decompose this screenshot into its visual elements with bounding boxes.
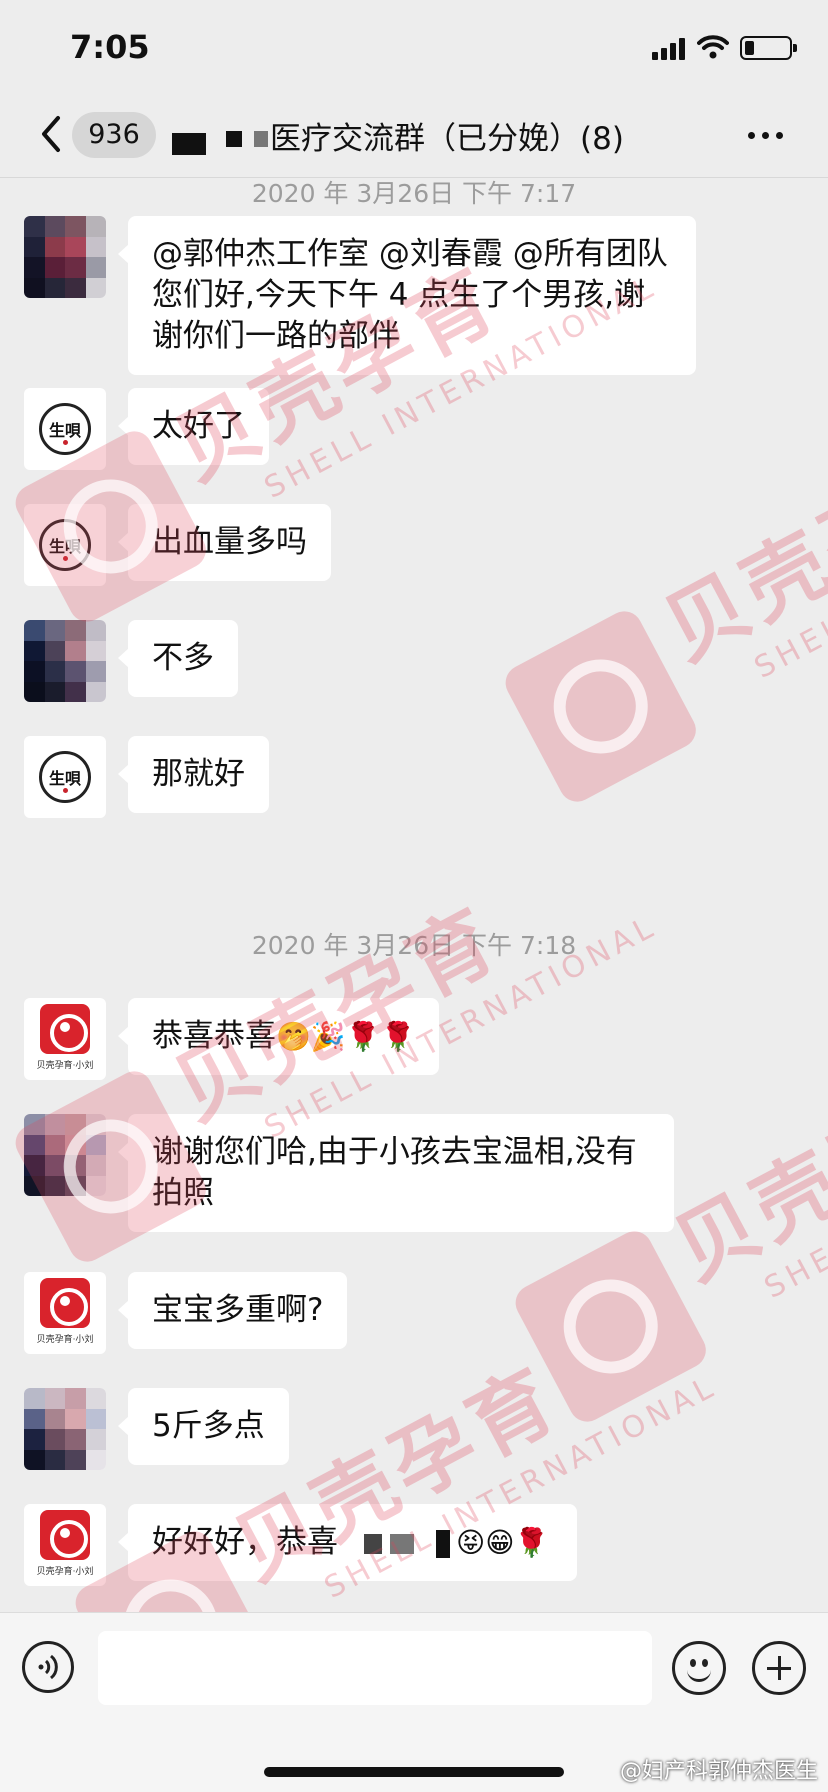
cellular-signal-icon bbox=[652, 38, 688, 60]
brand-caption: 贝壳孕育·小刘 bbox=[36, 1567, 94, 1577]
source-watermark: @妇产科郭仲杰医生 bbox=[619, 1759, 818, 1784]
brand-logo-icon bbox=[40, 1004, 90, 1054]
back-chevron-icon[interactable] bbox=[36, 114, 64, 154]
message-bubble[interactable]: 不多 bbox=[118, 620, 238, 697]
blurred-avatar[interactable] bbox=[24, 620, 106, 702]
input-bar: @妇产科郭仲杰医生 bbox=[0, 1612, 828, 1792]
message-row: 生唄 太好了 bbox=[24, 388, 269, 470]
message-text: 太好了 bbox=[152, 408, 245, 444]
add-attachment-button[interactable] bbox=[752, 1641, 806, 1695]
message-text: 5斤多点 bbox=[152, 1408, 265, 1444]
seal-avatar[interactable]: 生唄 bbox=[24, 388, 106, 470]
voice-input-button[interactable] bbox=[22, 1641, 74, 1693]
message-row: @郭仲杰工作室 @刘春霞 @所有团队您们好,今天下午 4 点生了个男孩,谢谢你们… bbox=[24, 216, 696, 375]
redacted-mark bbox=[364, 1533, 382, 1554]
blurred-avatar[interactable] bbox=[24, 216, 106, 298]
more-options-icon[interactable] bbox=[746, 120, 786, 150]
status-bar: 7:05 bbox=[0, 0, 828, 100]
voice-wave-icon bbox=[38, 1654, 58, 1680]
message-bubble[interactable]: 出血量多吗 bbox=[118, 504, 331, 581]
redacted-mark bbox=[390, 1533, 414, 1554]
watermark-sub-text: SHELL INTERNATIONAL bbox=[748, 449, 828, 686]
emoji-group: 🤭🎉🌹🌹 bbox=[276, 1020, 416, 1053]
message-text: @郭仲杰工作室 @刘春霞 @所有团队您们好,今天下午 4 点生了个男孩,谢谢你们… bbox=[152, 236, 668, 354]
wifi-icon bbox=[697, 35, 729, 59]
message-row: 生唄 那就好 bbox=[24, 736, 269, 818]
emoji-group: 😝😁🌹 bbox=[456, 1526, 550, 1559]
chat-title: 医疗交流群（已分娩）(8) bbox=[270, 120, 624, 157]
message-text: 好好好，恭喜 bbox=[152, 1524, 338, 1560]
chat-message-list[interactable]: 2020 年 3月26日 下午 7:17 @郭仲杰工作室 @刘春霞 @所有团队您… bbox=[0, 178, 828, 1612]
seal-avatar[interactable]: 生唄 bbox=[24, 736, 106, 818]
watermark-brand-text: 贝壳孕育 bbox=[658, 1049, 828, 1300]
watermark-brand-text: 贝壳孕育 bbox=[648, 429, 828, 680]
redacted-mark bbox=[226, 131, 242, 147]
blurred-avatar[interactable] bbox=[24, 1114, 106, 1196]
message-row: 贝壳孕育·小刘 好好好，恭喜 😝😁🌹 bbox=[24, 1504, 578, 1586]
redacted-mark bbox=[436, 1529, 450, 1558]
message-bubble[interactable]: 太好了 bbox=[118, 388, 269, 465]
brand-caption: 贝壳孕育·小刘 bbox=[36, 1335, 94, 1345]
message-row: 谢谢您们哈,由于小孩去宝温相,没有拍照 bbox=[24, 1114, 674, 1232]
brand-avatar[interactable]: 贝壳孕育·小刘 bbox=[24, 1504, 106, 1586]
chat-timestamp: 2020 年 3月26日 下午 7:18 bbox=[251, 931, 577, 960]
brand-watermark: 贝壳孕育 SHELL INTERNATIONAL bbox=[509, 964, 828, 1428]
unread-count-badge[interactable]: 936 bbox=[72, 112, 156, 158]
message-row: 贝壳孕育·小刘 宝宝多重啊? bbox=[24, 1272, 348, 1354]
seal-text: 生唄 bbox=[48, 537, 81, 556]
message-text: 那就好 bbox=[152, 756, 245, 792]
chat-timestamp: 2020 年 3月26日 下午 7:17 bbox=[251, 179, 577, 208]
brand-logo-icon bbox=[40, 1278, 90, 1328]
brand-avatar[interactable]: 贝壳孕育·小刘 bbox=[24, 1272, 106, 1354]
message-bubble[interactable]: 谢谢您们哈,由于小孩去宝温相,没有拍照 bbox=[118, 1114, 674, 1232]
brand-logo-icon bbox=[40, 1510, 90, 1560]
message-bubble[interactable]: 恭喜恭喜🤭🎉🌹🌹 bbox=[117, 998, 440, 1075]
redacted-mark bbox=[172, 133, 206, 155]
seal-avatar[interactable]: 生唄 bbox=[24, 504, 106, 586]
seal-text: 生唄 bbox=[48, 769, 81, 788]
watermark-brand-text: 贝壳孕育 bbox=[158, 889, 515, 1140]
message-bubble[interactable]: 5斤多点 bbox=[118, 1388, 289, 1465]
emoji-button[interactable] bbox=[672, 1641, 726, 1695]
brand-avatar[interactable]: 贝壳孕育·小刘 bbox=[24, 998, 106, 1080]
message-row: 贝壳孕育·小刘 恭喜恭喜🤭🎉🌹🌹 bbox=[24, 998, 440, 1080]
message-row: 5斤多点 bbox=[24, 1388, 289, 1470]
message-text: 恭喜恭喜 bbox=[152, 1018, 276, 1054]
message-text: 宝宝多重啊? bbox=[152, 1292, 324, 1328]
message-text: 不多 bbox=[152, 640, 214, 676]
message-row: 不多 bbox=[24, 620, 238, 702]
message-bubble[interactable]: @郭仲杰工作室 @刘春霞 @所有团队您们好,今天下午 4 点生了个男孩,谢谢你们… bbox=[118, 216, 696, 375]
brand-caption: 贝壳孕育·小刘 bbox=[36, 1061, 94, 1071]
redacted-mark bbox=[254, 131, 268, 147]
message-bubble[interactable]: 那就好 bbox=[118, 736, 269, 813]
chat-header: 936 医疗交流群（已分娩）(8) bbox=[0, 100, 828, 178]
message-bubble[interactable]: 好好好，恭喜 😝😁🌹 bbox=[117, 1504, 578, 1581]
seal-text: 生唄 bbox=[48, 421, 81, 440]
message-row: 生唄 出血量多吗 bbox=[24, 504, 331, 586]
chat-title-group[interactable]: 医疗交流群（已分娩）(8) bbox=[172, 112, 624, 158]
home-indicator[interactable] bbox=[264, 1767, 564, 1777]
message-bubble[interactable]: 宝宝多重啊? bbox=[117, 1272, 348, 1349]
message-text: 出血量多吗 bbox=[152, 524, 307, 560]
blurred-avatar[interactable] bbox=[24, 1388, 106, 1470]
message-text: 谢谢您们哈,由于小孩去宝温相,没有拍照 bbox=[152, 1134, 637, 1211]
status-time: 7:05 bbox=[70, 28, 150, 66]
watermark-sub-text: SHELL INTERNATIONAL bbox=[758, 1069, 828, 1306]
message-input[interactable] bbox=[98, 1631, 652, 1705]
brand-watermark: 贝壳孕育 SHELL INTERNATIONAL bbox=[499, 344, 828, 808]
battery-icon bbox=[740, 36, 797, 60]
